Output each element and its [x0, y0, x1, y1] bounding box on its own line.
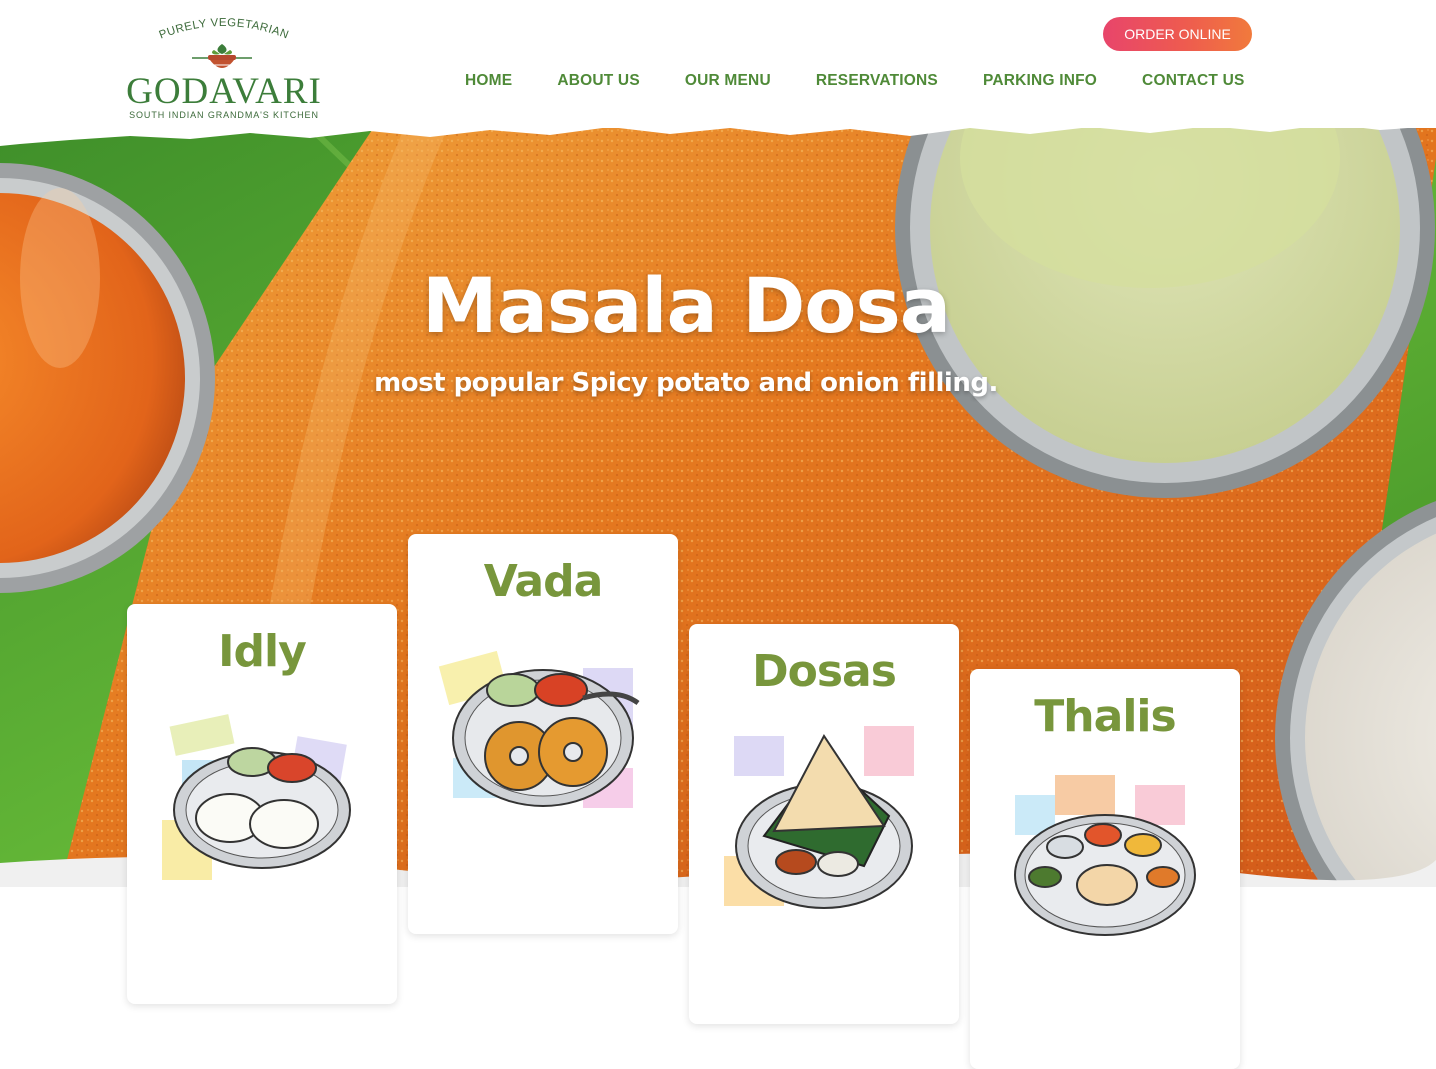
- nav-about-us[interactable]: ABOUT US: [557, 72, 640, 92]
- card-title: Dosas: [752, 646, 897, 697]
- thali-plate-icon: [1014, 775, 1196, 936]
- menu-card-vada[interactable]: Vada: [408, 534, 678, 934]
- logo-brand-name: GODAVARI: [126, 71, 322, 112]
- nav-parking-info[interactable]: PARKING INFO: [983, 72, 1097, 92]
- nav-reservations[interactable]: RESERVATIONS: [816, 72, 938, 92]
- card-title: Thalis: [1034, 691, 1176, 742]
- nav-contact-us[interactable]: CONTACT US: [1142, 72, 1244, 92]
- dosa-plate-icon: [724, 726, 914, 909]
- menu-card-dosas[interactable]: Dosas: [689, 624, 959, 1024]
- vada-plate-icon: [438, 650, 640, 808]
- menu-card-thalis[interactable]: Thalis: [970, 669, 1240, 1069]
- nav-home[interactable]: HOME: [465, 72, 512, 92]
- godavari-logo[interactable]: PURELY VEGETARIAN GODAVARI SOUTH INDIAN …: [118, 14, 330, 124]
- site-header: PURELY VEGETARIAN GODAVARI SOUTH INDIAN …: [0, 0, 1436, 128]
- menu-card-idly[interactable]: Idly: [127, 604, 397, 1004]
- logo-arc-text: PURELY VEGETARIAN: [158, 17, 291, 42]
- logo-tagline-top: PURELY VEGETARIAN: [158, 17, 290, 42]
- card-title: Idly: [218, 626, 307, 677]
- hero-subtitle: most popular Spicy potato and onion fill…: [374, 368, 998, 398]
- main-nav: HOME ABOUT US OUR MENU RESERVATIONS PARK…: [465, 72, 1245, 92]
- idly-plate-icon: [162, 714, 351, 880]
- card-title: Vada: [483, 556, 604, 607]
- order-online-button[interactable]: ORDER ONLINE: [1103, 17, 1252, 51]
- hero-title: Masala Dosa: [421, 261, 951, 350]
- svg-text:PURELY VEGETARIAN: PURELY VEGETARIAN: [158, 17, 291, 42]
- nav-our-menu[interactable]: OUR MENU: [685, 72, 771, 92]
- logo-tagline-bottom: SOUTH INDIAN GRANDMA'S KITCHEN: [129, 110, 319, 120]
